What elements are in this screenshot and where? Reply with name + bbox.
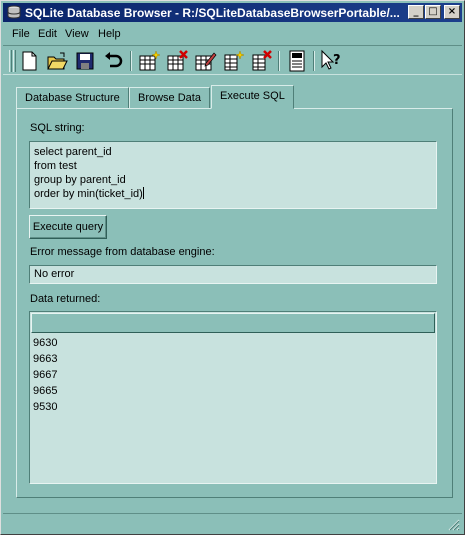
- sql-line: group by parent_id: [34, 174, 126, 186]
- tab-browse-data[interactable]: Browse Data: [129, 87, 210, 108]
- open-database-icon[interactable]: [45, 49, 69, 73]
- error-message-field[interactable]: No error: [29, 265, 437, 284]
- create-index-icon[interactable]: [221, 49, 245, 73]
- status-bar: [3, 513, 462, 533]
- menu-edit[interactable]: Edit: [38, 28, 57, 40]
- save-icon[interactable]: [73, 49, 97, 73]
- maximize-icon: □: [428, 6, 438, 17]
- undo-icon[interactable]: [101, 49, 125, 73]
- sql-string-label: SQL string:: [30, 122, 85, 134]
- sql-line: select parent_id: [34, 146, 112, 158]
- toolbar: ?: [3, 45, 462, 75]
- sql-input[interactable]: select parent_id from test group by pare…: [29, 141, 437, 209]
- new-database-icon[interactable]: [17, 49, 41, 73]
- text-caret: [142, 187, 144, 199]
- minimize-button[interactable]: _: [408, 5, 424, 19]
- menu-view[interactable]: View: [65, 28, 89, 40]
- table-row[interactable]: 9530: [33, 399, 433, 415]
- toolbar-separator: [278, 51, 280, 71]
- app-window: SQLite Database Browser - R:/SQLiteDatab…: [0, 0, 465, 535]
- table-row[interactable]: 9667: [33, 367, 433, 383]
- error-message-label: Error message from database engine:: [30, 246, 215, 258]
- table-row[interactable]: 9630: [33, 335, 433, 351]
- modify-table-icon[interactable]: [193, 49, 217, 73]
- table-row[interactable]: 9665: [33, 383, 433, 399]
- tab-execute-sql[interactable]: Execute SQL: [211, 85, 294, 109]
- menu-file[interactable]: File: [12, 28, 30, 40]
- sql-line: order by min(ticket_id): [34, 188, 143, 200]
- results-column-header[interactable]: [31, 313, 435, 333]
- minimize-icon: _: [413, 6, 419, 17]
- log-icon[interactable]: [285, 49, 309, 73]
- tab-database-structure[interactable]: Database Structure: [16, 87, 129, 108]
- toolbar-separator: [313, 51, 315, 71]
- database-app-icon: [6, 5, 22, 19]
- sql-line-last: order by min(ticket_id): [34, 187, 432, 201]
- data-returned-label: Data returned:: [30, 293, 101, 305]
- maximize-button[interactable]: □: [425, 5, 441, 19]
- sql-line: from test: [34, 160, 77, 172]
- toolbar-separator: [130, 51, 132, 71]
- execute-query-button[interactable]: Execute query: [29, 215, 107, 239]
- menu-help[interactable]: Help: [98, 28, 121, 40]
- window-title: SQLite Database Browser - R:/SQLiteDatab…: [25, 6, 400, 20]
- table-row[interactable]: 9663: [33, 351, 433, 367]
- resize-grip-icon[interactable]: [448, 519, 460, 531]
- results-rows: 9630 9663 9667 9665 9530: [33, 335, 433, 415]
- toolbar-grip[interactable]: [9, 50, 12, 72]
- menu-bar: File Edit View Help: [3, 24, 462, 44]
- results-table[interactable]: 9630 9663 9667 9665 9530: [29, 311, 437, 484]
- create-table-icon[interactable]: [137, 49, 161, 73]
- delete-table-icon[interactable]: [165, 49, 189, 73]
- toolbar-grip[interactable]: [13, 50, 16, 72]
- close-icon: ×: [447, 6, 457, 17]
- whats-this-icon[interactable]: ?: [319, 49, 343, 73]
- svg-text:?: ?: [333, 53, 341, 68]
- delete-index-icon[interactable]: [249, 49, 273, 73]
- title-bar[interactable]: SQLite Database Browser - R:/SQLiteDatab…: [3, 3, 462, 22]
- close-button[interactable]: ×: [444, 5, 460, 19]
